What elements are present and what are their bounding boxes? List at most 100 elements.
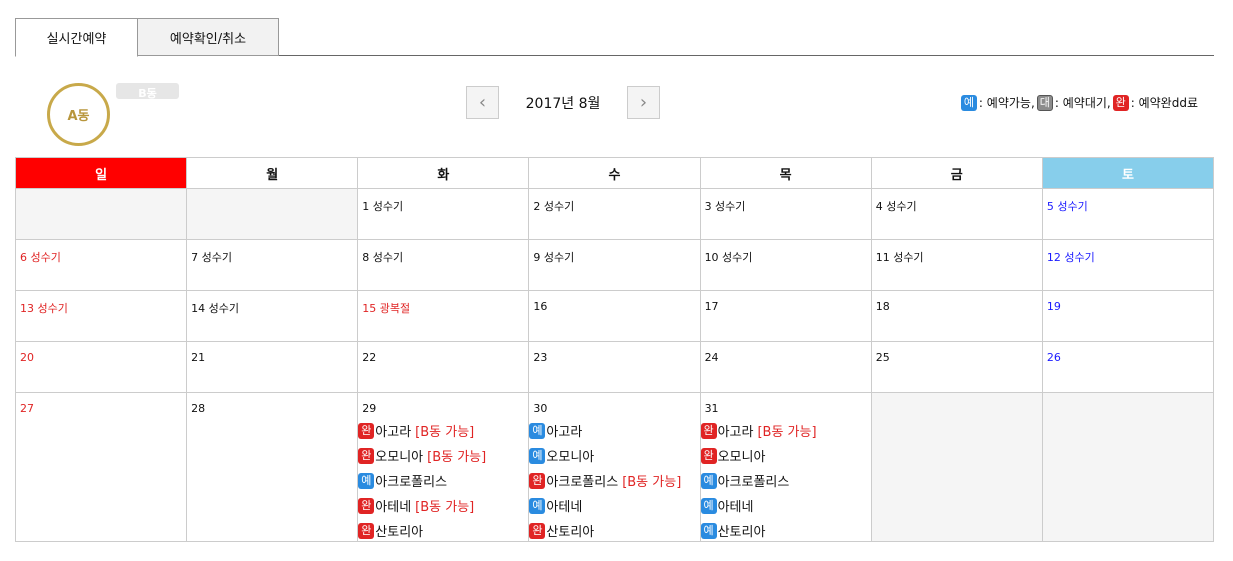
- building-b-button[interactable]: B동: [116, 83, 179, 100]
- day-cell[interactable]: 14 성수기: [186, 290, 359, 342]
- day-cell[interactable]: 27: [14, 392, 188, 542]
- day-cell[interactable]: 4 성수기: [870, 188, 1043, 240]
- day-cell[interactable]: 7 성수기: [186, 239, 359, 291]
- prev-month-button[interactable]: ‹: [466, 86, 499, 119]
- day-cell[interactable]: 15 광복절: [357, 290, 530, 342]
- chevron-right-icon: ›: [639, 92, 648, 113]
- waiting-badge: 대: [1036, 94, 1053, 111]
- tab-bar: 실시간예약 예약확인/취소: [15, 18, 1214, 57]
- reservation-item[interactable]: 완 산토리아: [358, 521, 524, 540]
- day-cell[interactable]: 25: [870, 341, 1043, 393]
- reservation-item[interactable]: 완 오모니아: [700, 446, 867, 465]
- empty-day-cell: [870, 392, 1043, 542]
- reservation-item[interactable]: 예 아고라: [529, 421, 695, 440]
- available-badge: 예: [960, 94, 977, 111]
- day-label: 27: [20, 402, 34, 415]
- done-badge: 완: [529, 522, 546, 539]
- room-name: 산토리아: [375, 525, 424, 540]
- reservation-item[interactable]: 예 산토리아: [700, 521, 867, 540]
- day-label: 14 성수기: [191, 302, 239, 315]
- day-cell[interactable]: 10 성수기: [699, 239, 872, 291]
- calendar-week: 13 성수기 14 성수기 15 광복절 16 17 18 19: [14, 290, 1215, 342]
- reservation-item[interactable]: 완 아고라 [B동 가능]: [700, 421, 867, 440]
- done-badge: 완: [358, 447, 375, 464]
- day-label: 22: [362, 351, 377, 364]
- day-label: 20: [20, 351, 34, 364]
- weekday-header: 일 월 화 수 목 금 토: [14, 157, 1215, 189]
- tab-realtime-reservation[interactable]: 실시간예약: [15, 18, 138, 57]
- day-cell[interactable]: 1 성수기: [357, 188, 530, 240]
- available-badge: 예: [529, 497, 546, 514]
- building-a-button[interactable]: A동: [47, 83, 110, 146]
- day-label: 6 성수기: [20, 251, 61, 264]
- day-cell[interactable]: 12 성수기: [1041, 239, 1215, 291]
- day-cell[interactable]: 17: [699, 290, 872, 342]
- reservation-item[interactable]: 완 산토리아: [529, 521, 695, 540]
- day-cell[interactable]: 19: [1041, 290, 1215, 342]
- day-cell[interactable]: 22: [357, 341, 530, 393]
- day-cell[interactable]: 8 성수기: [357, 239, 530, 291]
- day-cell[interactable]: 13 성수기: [14, 290, 188, 342]
- calendar: 일 월 화 수 목 금 토 1 성수기 2 성수기 3 성수기 4 성수기 5 성수기 6…: [14, 157, 1215, 542]
- reservation-item[interactable]: 예 아테네: [529, 496, 695, 515]
- day-label: 4 성수기: [875, 200, 917, 213]
- day-label: 30: [533, 402, 548, 415]
- reservation-item[interactable]: 완 아크로폴리스 [B동 가능]: [529, 471, 695, 490]
- reservation-item[interactable]: 완 아테네 [B동 가능]: [358, 496, 524, 515]
- month-title: 2017년 8월: [525, 96, 601, 112]
- weekday-sun: 일: [14, 157, 188, 189]
- day-label: 9 성수기: [533, 251, 575, 264]
- b-building-available-note: [B동 가능]: [757, 425, 817, 440]
- day-cell[interactable]: 6 성수기: [14, 239, 188, 291]
- reservation-item[interactable]: 완 오모니아 [B동 가능]: [358, 446, 524, 465]
- day-cell[interactable]: 26: [1041, 341, 1215, 393]
- reservation-item[interactable]: 예 아크로폴리스: [358, 471, 524, 490]
- legend-available-text: : 예약가능,: [978, 96, 1035, 110]
- available-badge: 예: [700, 472, 717, 489]
- reservation-item[interactable]: 완 아고라 [B동 가능]: [358, 421, 524, 440]
- legend: 예 : 예약가능, 대 : 예약대기, 완 : 예약완dd료: [960, 94, 1198, 111]
- day-label: 11 성수기: [875, 251, 924, 264]
- day-cell[interactable]: 3 성수기: [699, 188, 872, 240]
- day-cell[interactable]: 5 성수기: [1041, 188, 1215, 240]
- day-cell[interactable]: 29 완 아고라 [B동 가능] 완 오모니아 [B동 가능] 예 아크로폴리스완 아테네 [B동 …: [357, 392, 530, 542]
- calendar-week: 27 28 29 완 아고라 [B동 가능] 완 오모니아 [B동 가능] 예 아크로폴리스 완 아테네…: [14, 392, 1215, 542]
- day-label: 2 성수기: [533, 200, 575, 213]
- day-cell[interactable]: 2 성수기: [528, 188, 701, 240]
- reservation-item[interactable]: 예 아크로폴리스: [700, 471, 867, 490]
- next-month-button[interactable]: ›: [627, 86, 660, 119]
- day-label: 19: [1046, 300, 1061, 313]
- room-name: 아크로폴리스: [546, 475, 619, 490]
- day-cell[interactable]: 23: [528, 341, 701, 393]
- day-cell[interactable]: 30 예 아고라 예 오모니아 완 아크로폴리스 [B동 가능] 예 아테네 완 산토리아: [528, 392, 701, 542]
- day-cell[interactable]: 9 성수기: [528, 239, 701, 291]
- b-building-available-note: [B동 가능]: [622, 475, 682, 490]
- room-name: 아크로폴리스: [717, 475, 790, 490]
- day-cell[interactable]: 24: [699, 341, 872, 393]
- done-badge: 완: [358, 422, 375, 439]
- day-cell[interactable]: 20: [14, 341, 188, 393]
- day-cell[interactable]: 11 성수기: [870, 239, 1043, 291]
- weekday-mon: 월: [186, 157, 359, 189]
- done-badge: 완: [529, 472, 546, 489]
- day-cell[interactable]: 31 완 아고라 [B동 가능] 완 오모니아 예 아크로폴리스 예 아테네 예 산토리아: [699, 392, 872, 542]
- b-building-available-note: [B동 가능]: [415, 425, 475, 440]
- day-cell[interactable]: 16: [528, 290, 701, 342]
- chevron-left-icon: ‹: [478, 92, 487, 113]
- legend-done-text: : 예약완dd료: [1130, 96, 1198, 110]
- day-label: 5 성수기: [1046, 200, 1088, 213]
- tab-reservation-check-cancel[interactable]: 예약확인/취소: [138, 18, 279, 56]
- day-cell[interactable]: 18: [870, 290, 1043, 342]
- day-cell[interactable]: 21: [186, 341, 359, 393]
- day-label: 21: [191, 351, 206, 364]
- calendar-week: 1 성수기 2 성수기 3 성수기 4 성수기 5 성수기: [14, 188, 1215, 240]
- day-label: 29: [362, 402, 377, 415]
- reservation-item[interactable]: 예 오모니아: [529, 446, 695, 465]
- day-label: 16: [533, 300, 548, 313]
- day-label: 26: [1046, 351, 1061, 364]
- empty-day-cell: [186, 188, 359, 240]
- day-cell[interactable]: 28: [186, 392, 359, 542]
- reservation-item[interactable]: 예 아테네: [700, 496, 867, 515]
- empty-day-cell: [1041, 392, 1215, 542]
- day-label: 28: [191, 402, 206, 415]
